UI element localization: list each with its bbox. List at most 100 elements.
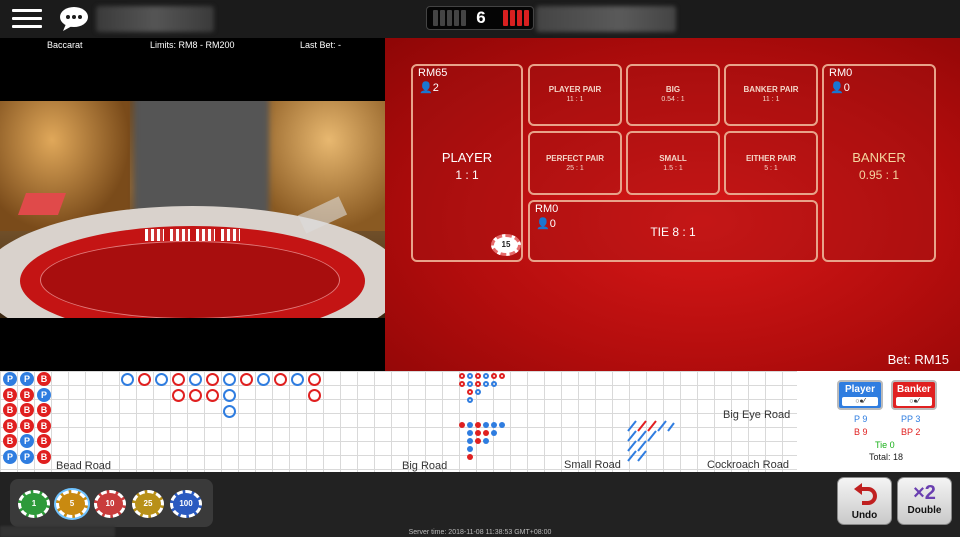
cockroach-road-label: Cockroach Road: [707, 459, 789, 471]
player-pair-count: PP 3: [901, 414, 921, 424]
road-dot: [475, 430, 481, 436]
road-dot: [499, 373, 505, 379]
placed-chip: 15: [491, 234, 521, 256]
bead-road-cell: B: [3, 403, 17, 417]
side-bet-odds: 1.5 : 1: [663, 165, 683, 172]
big-eye-road-label: Big Eye Road: [723, 409, 791, 421]
side-bet-label: SMALL: [659, 154, 687, 163]
baccarat-game-screen: 6 Baccarat Limits: RM8 - RM200 Last Bet:…: [0, 0, 960, 537]
road-dot: [491, 381, 497, 387]
big-bet-area[interactable]: BIG 0.54 : 1: [626, 64, 720, 126]
double-button[interactable]: ×2 Double: [897, 477, 952, 525]
road-dot: [483, 381, 489, 387]
counter-bars-right: [503, 10, 529, 26]
banker-predict-button[interactable]: Banker ○●⁄: [891, 380, 937, 410]
road-dot: [475, 389, 481, 395]
double-x2-icon: ×2: [913, 482, 936, 504]
bead-road-cell: P: [3, 449, 17, 464]
player-odds: 1 : 1: [455, 168, 479, 182]
server-time: Server time: 2018-11-08 11:38:53 GMT+08:…: [408, 529, 552, 536]
double-label: Double: [907, 505, 942, 516]
player-label: PLAYER: [441, 150, 493, 165]
scoreboard-roads: PBBBBPPBBBPPBPBBBB Bead Road Big Road Sm…: [0, 371, 797, 472]
road-dot: [467, 430, 473, 436]
small-bet-area[interactable]: SMALL 1.5 : 1: [626, 131, 720, 195]
last-bet: Last Bet: -: [300, 40, 342, 50]
undo-button[interactable]: Undo: [837, 477, 892, 525]
username-blurred: [96, 6, 214, 32]
undo-arrow-icon: [853, 483, 877, 505]
prediction-indicator-icon: ○●⁄: [842, 397, 878, 406]
bead-road-cell: B: [20, 418, 34, 433]
tie-label: TIE 8 : 1: [650, 225, 696, 239]
banker-pair-bet-area[interactable]: BANKER PAIR 11 : 1: [724, 64, 818, 126]
prediction-indicator-icon: ○●⁄: [896, 397, 932, 406]
perfect-pair-bet-area[interactable]: PERFECT PAIR 25 : 1: [528, 131, 622, 195]
road-dot: [459, 422, 465, 428]
person-icon: 👤: [419, 82, 433, 94]
chip-10[interactable]: 10: [94, 490, 126, 518]
counter-bars-left: [433, 10, 466, 26]
chip-25[interactable]: 25: [132, 490, 164, 518]
player-pair-bet-area[interactable]: PLAYER PAIR 11 : 1: [528, 64, 622, 126]
chip-selector: 1 5 10 25 100: [10, 479, 213, 527]
bead-road-cell: B: [37, 434, 51, 448]
road-dot: [467, 438, 473, 444]
road-dot: [467, 446, 473, 452]
road-dot: [483, 430, 489, 436]
banker-bet-area[interactable]: RM0 👤0 BANKER 0.95 : 1: [822, 64, 936, 262]
road-dot: [459, 373, 465, 379]
road-dot: [491, 373, 497, 379]
banker-pair-count: BP 2: [901, 427, 921, 437]
road-dot: [483, 373, 489, 379]
video-feed: [0, 101, 385, 318]
road-dot: [467, 389, 473, 395]
side-bet-odds: 25 : 1: [566, 165, 584, 172]
tie-bet-area[interactable]: RM0 👤0 TIE 8 : 1: [528, 200, 818, 262]
chat-bubble-icon[interactable]: [58, 6, 90, 32]
bead-road-cell: B: [37, 449, 51, 464]
undo-label: Undo: [851, 510, 878, 521]
side-bet-odds: 11 : 1: [762, 96, 780, 103]
side-bet-label: EITHER PAIR: [745, 154, 797, 163]
shoe-counter: 6: [426, 6, 534, 30]
bead-road-cell: B: [37, 372, 51, 386]
shoe-count: 6: [476, 8, 486, 27]
road-dot: [475, 373, 481, 379]
player-bettor-count: 👤2: [419, 82, 439, 94]
banker-bettor-count: 👤0: [830, 82, 850, 94]
road-dot: [467, 373, 473, 379]
tie-bet-amount: RM0: [535, 203, 559, 215]
bead-road-cell: P: [20, 372, 34, 386]
bottom-bar: 1 5 10 25 100 Undo ×2 Double Server time…: [0, 472, 960, 537]
chip-100[interactable]: 100: [170, 490, 202, 518]
chip-1[interactable]: 1: [18, 490, 50, 518]
road-dot: [459, 381, 465, 387]
video-info-bar: Baccarat Limits: RM8 - RM200 Last Bet: -: [0, 38, 385, 52]
bead-road-cell: B: [3, 387, 17, 402]
small-road-label: Small Road: [564, 459, 621, 471]
person-icon: 👤: [830, 82, 844, 94]
hamburger-menu-icon[interactable]: [12, 9, 42, 29]
either-pair-bet-area[interactable]: EITHER PAIR 5 : 1: [724, 131, 818, 195]
side-bet-label: PERFECT PAIR: [545, 154, 605, 163]
side-bet-odds: 11 : 1: [566, 96, 584, 103]
player-predict-button[interactable]: Player ○●⁄: [837, 380, 883, 410]
road-dot: [483, 438, 489, 444]
cockroach-road: [627, 420, 675, 462]
total-count: Total: 18: [869, 452, 904, 462]
road-dot: [467, 381, 473, 387]
chip-5[interactable]: 5: [56, 490, 88, 518]
banker-odds: 0.95 : 1: [858, 168, 900, 182]
player-bet-area[interactable]: RM65 👤2 PLAYER 1 : 1 15: [411, 64, 523, 262]
road-dot: [467, 454, 473, 460]
top-bar: 6: [0, 0, 960, 38]
table-limits: Limits: RM8 - RM200: [150, 40, 235, 50]
big-road-label: Big Road: [402, 460, 448, 472]
bead-road-cell: B: [37, 418, 51, 433]
stats-panel: Player ○●⁄ Banker ○●⁄ P 9 B 9 PP 3 BP 2 …: [797, 371, 960, 472]
side-bet-label: BANKER PAIR: [743, 85, 799, 94]
bead-road-cell: P: [20, 449, 34, 464]
bet-total: Bet: RM15: [887, 352, 949, 367]
player-count: P 9: [854, 414, 868, 424]
